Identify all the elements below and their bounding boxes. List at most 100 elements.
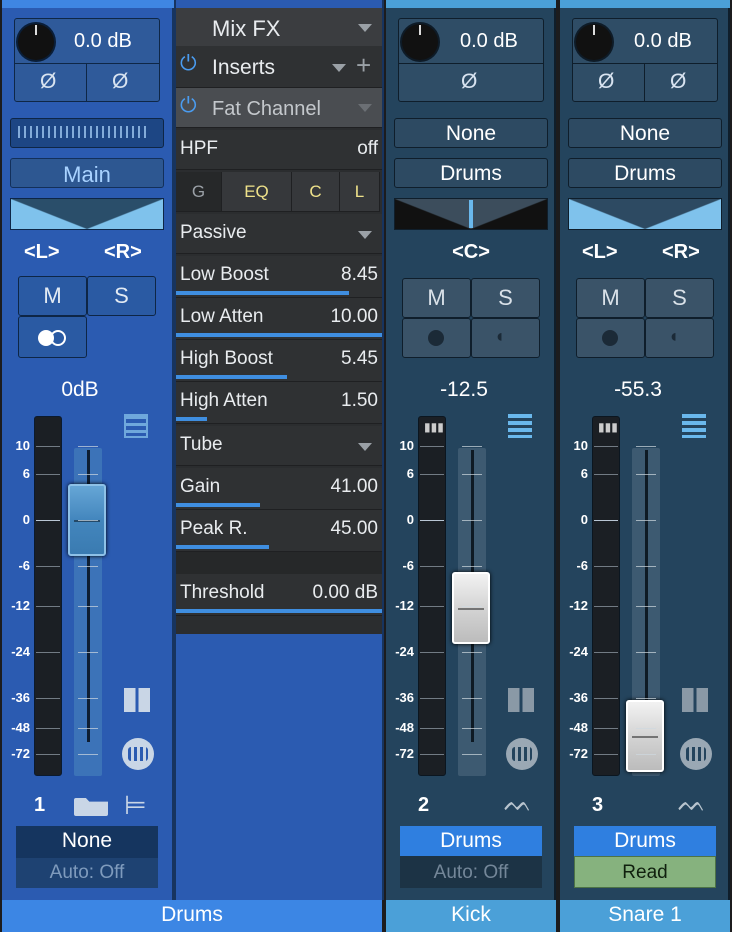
chevron-down-icon — [358, 24, 372, 32]
drums-bus-icon[interactable]: ⊨ — [124, 790, 147, 821]
drums-phase-left-button[interactable]: Ø — [40, 70, 56, 94]
drums-scale-icon[interactable] — [124, 414, 148, 438]
drums-scale-tick — [36, 652, 60, 653]
kick-scale-icon[interactable] — [508, 414, 532, 438]
snare-monitor-button[interactable] — [645, 318, 714, 358]
snare-fader-tick — [636, 728, 656, 729]
kick-scale-tick — [420, 520, 444, 521]
kick-name-label: Kick — [451, 903, 491, 926]
snare-scale-tick — [594, 728, 618, 729]
drums-pan-right-label: <R> — [104, 241, 142, 263]
snare-solo-label: S — [672, 285, 687, 310]
fx-param-row[interactable]: Gain 41.00 — [176, 468, 382, 510]
speaker-icon: ◖ — [494, 326, 505, 346]
snare-scale-tick — [594, 446, 618, 447]
drums-scale-label: 10 — [15, 438, 30, 453]
fx-param-value: 45.00 — [330, 518, 378, 539]
fatchannel-power-icon[interactable]: ⏻ — [180, 94, 197, 118]
link-icon-ring — [50, 330, 66, 346]
snare-scale-label: -12 — [569, 598, 588, 613]
snare-name-label: Snare 1 — [608, 903, 682, 926]
kick-scale-tick — [420, 728, 444, 729]
snare-scale-label: 10 — [573, 438, 588, 453]
drums-gain-value[interactable]: 0.0 dB — [74, 30, 132, 53]
fx-tab-l[interactable]: L — [340, 172, 380, 212]
kick-scale-tick — [420, 446, 444, 447]
fx-param-row[interactable]: Peak R. 45.00 — [176, 510, 382, 552]
snare-fader-tick — [636, 606, 656, 607]
power-icon[interactable]: ⏻ — [180, 52, 197, 76]
snare-meter-icon: ▮▮▮ — [598, 420, 618, 434]
drums-channel-number: 1 — [34, 794, 46, 816]
waveform-icon[interactable]: ᨓ — [504, 790, 533, 818]
snare-waveform-icon[interactable]: ᨓ — [678, 790, 707, 818]
kick-pan-left-wedge — [395, 199, 471, 229]
kick-fader-cap[interactable] — [452, 571, 490, 644]
drums-scale-label: -72 — [11, 746, 30, 761]
kick-mute-label: M — [427, 285, 446, 310]
drums-fader-tick — [78, 698, 98, 699]
snare-scale-tick — [594, 606, 618, 607]
kick-scale-tick — [420, 474, 444, 475]
fx-tab-g[interactable]: G — [176, 172, 222, 212]
kick-sends-icon-inner — [512, 747, 532, 761]
kick-output-bottom-label: Drums — [440, 829, 502, 852]
fx-tab-c[interactable]: C — [292, 172, 340, 212]
snare-record-icon — [602, 330, 618, 346]
kick-scale-tick — [420, 566, 444, 567]
hpf-row[interactable]: HPF off — [176, 130, 382, 170]
drums-scale-tick — [36, 606, 60, 607]
snare-gain-value[interactable]: 0.0 dB — [634, 30, 692, 53]
fx-tab-eq[interactable]: EQ — [222, 172, 292, 212]
fatchannel-chevron-icon — [358, 104, 372, 112]
add-icon[interactable]: + — [356, 50, 371, 81]
kick-input-label: None — [445, 122, 497, 145]
record-icon — [428, 330, 444, 346]
snare-scale-tick — [594, 652, 618, 653]
drums-fader-tick — [78, 566, 98, 567]
snare-phase-left-button[interactable]: Ø — [598, 70, 614, 94]
fx-param-label: High Boost — [180, 348, 273, 369]
kick-monitor-button[interactable] — [471, 318, 540, 358]
snare-fader-tick — [636, 754, 656, 755]
snare-auto-label: Read — [622, 862, 668, 883]
fx-param-row[interactable]: Low Boost 8.45 — [176, 256, 382, 298]
kick-window-icon[interactable] — [508, 688, 534, 712]
drums-pan-right-wedge — [87, 199, 163, 229]
fx-param-row[interactable]: High Atten 1.50 — [176, 382, 382, 424]
kick-pan-right-wedge — [471, 199, 547, 229]
drums-gain-divider — [15, 63, 159, 64]
inserts-row[interactable] — [176, 46, 382, 88]
comp-mode-select[interactable]: Tube — [176, 426, 382, 466]
fx-param-label: Low Boost — [180, 264, 269, 285]
threshold-row[interactable]: Threshold 0.00 dB — [176, 574, 382, 616]
snare-fader-cap[interactable] — [626, 699, 664, 772]
snare-fader-tick — [636, 652, 656, 653]
fader-cap-line — [458, 607, 484, 610]
eq-mode-select[interactable]: Passive — [176, 214, 382, 254]
fx-param-row[interactable]: Low Atten 10.00 — [176, 298, 382, 340]
kick-fader-tick — [462, 754, 482, 755]
drums-window-icon[interactable] — [124, 688, 150, 712]
snare-fader-tick — [636, 566, 656, 567]
drums-output-label: Main — [63, 162, 111, 187]
snare-mute-label: M — [601, 285, 620, 310]
snare-pan-left-wedge — [569, 199, 645, 229]
snare-scale-icon[interactable] — [682, 414, 706, 438]
fx-spacer — [176, 552, 382, 574]
drums-fader-tick — [78, 728, 98, 729]
snare-output-label: Drums — [614, 162, 676, 185]
fx-param-row[interactable]: High Boost 5.45 — [176, 340, 382, 382]
fx-param-label: High Atten — [180, 390, 268, 411]
snare-scale-label: 0 — [580, 512, 588, 527]
kick-pan-center-marker — [469, 200, 473, 228]
drums-scale-label: -24 — [11, 644, 30, 659]
snare-phase-right-button[interactable]: Ø — [670, 70, 686, 94]
snare-window-icon[interactable] — [682, 688, 708, 712]
fx-param-value: 5.45 — [341, 348, 378, 369]
drums-meter-ticks — [18, 126, 150, 138]
drums-phase-right-button[interactable]: Ø — [112, 70, 128, 94]
kick-phase-button[interactable]: Ø — [461, 70, 477, 94]
snare-level-meter — [592, 416, 620, 776]
kick-gain-value[interactable]: 0.0 dB — [460, 30, 518, 53]
